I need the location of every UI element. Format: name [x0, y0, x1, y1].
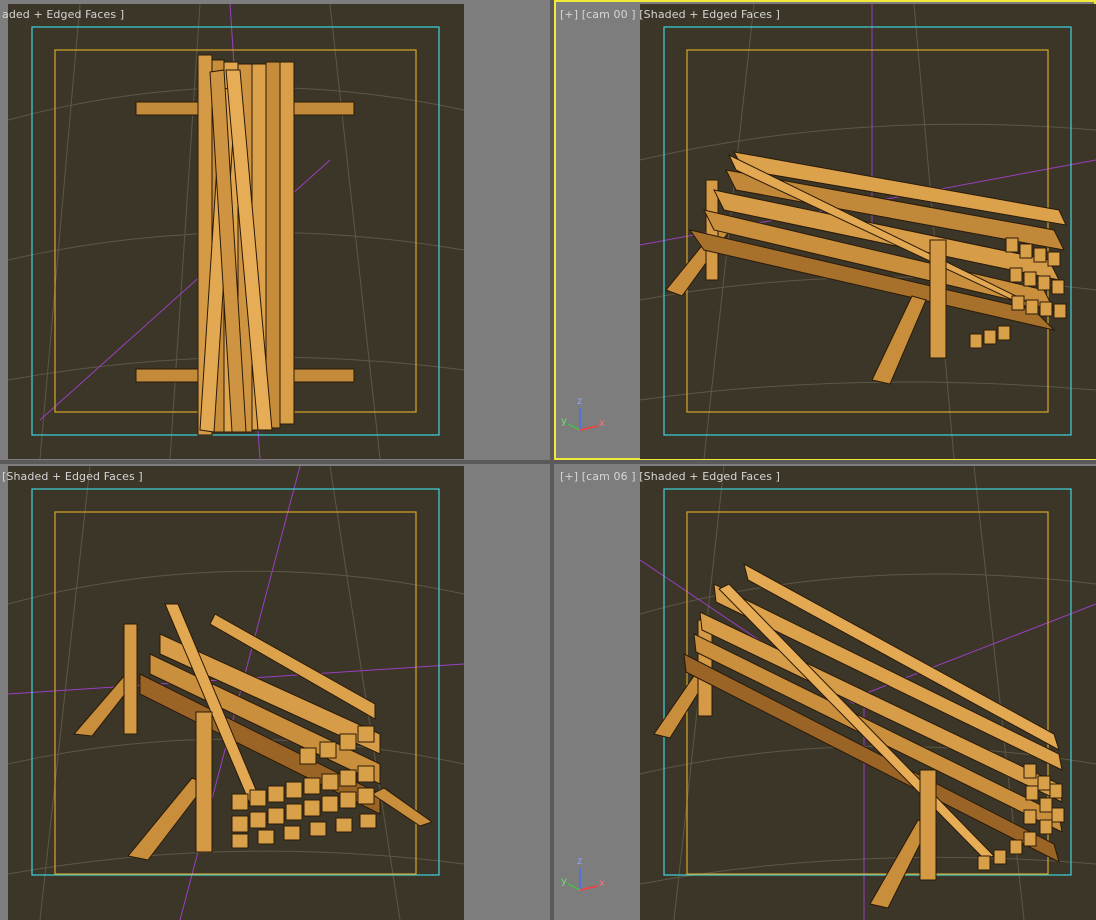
viewport-scene-cam-06 [567, 465, 1096, 920]
viewport-scene-cam-00 [567, 3, 1096, 460]
viewport-scene-bottom-left [7, 465, 465, 920]
axis-gizmo [567, 868, 599, 891]
viewport-top-left[interactable]: aded + Edged Faces ] [0, 0, 550, 460]
viewport-label[interactable]: [Shaded + Edged Faces ] [2, 470, 143, 483]
axis-x-label: x [599, 418, 605, 429]
axis-z-label: z [577, 856, 583, 867]
viewport-splitter-horizontal[interactable] [0, 460, 1096, 464]
viewport-label[interactable]: [+] [cam 00 ] [Shaded + Edged Faces ] [560, 8, 780, 21]
axis-y-label: y [561, 876, 567, 887]
viewport-scene-top-left [7, 3, 465, 460]
axis-y-label: y [561, 416, 567, 427]
viewport-label[interactable]: [+] [cam 06 ] [Shaded + Edged Faces ] [560, 470, 780, 483]
axis-z-label: z [577, 396, 583, 407]
viewport-cam-00[interactable]: [+] [cam 00 ] [Shaded + Edged Faces ] z … [554, 0, 1096, 460]
viewport-label[interactable]: aded + Edged Faces ] [2, 8, 124, 21]
viewport-bottom-left[interactable]: [Shaded + Edged Faces ] [0, 464, 550, 920]
viewport-cam-06[interactable]: [+] [cam 06 ] [Shaded + Edged Faces ] z … [554, 464, 1096, 920]
axis-x-label: x [599, 878, 605, 889]
axis-gizmo [567, 408, 599, 431]
